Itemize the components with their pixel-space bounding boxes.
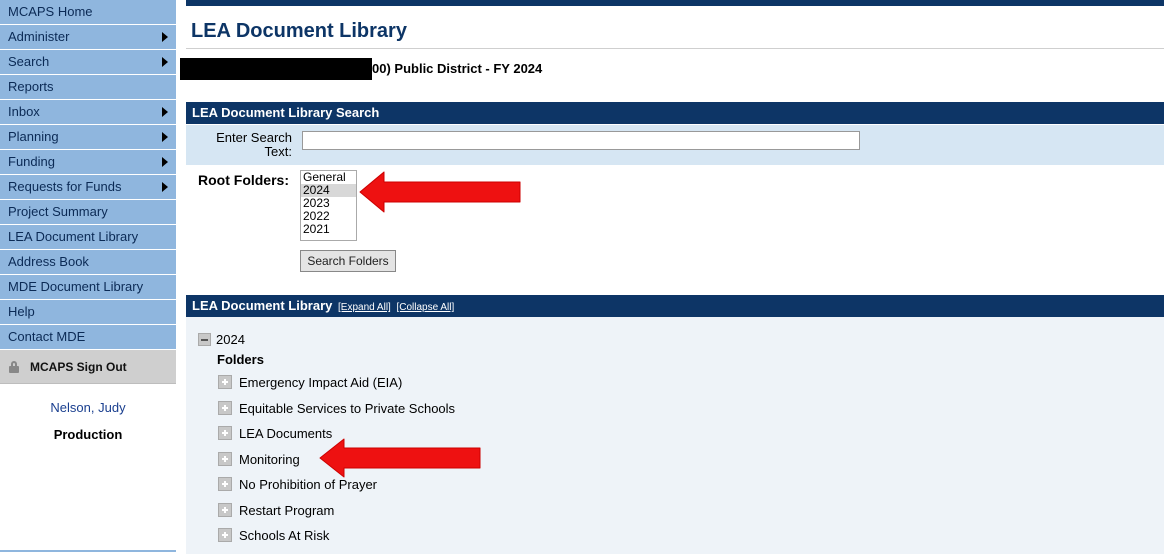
nav-item-reports[interactable]: Reports [0,75,176,100]
expand-plus-icon[interactable] [218,426,232,440]
lock-icon [9,361,19,373]
folder-name: Emergency Impact Aid (EIA) [239,375,403,390]
expand-plus-icon[interactable] [218,375,232,389]
nav-item-help[interactable]: Help [0,300,176,325]
redaction-box [180,58,372,80]
nav-item-label: LEA Document Library [8,229,139,244]
search-row: Enter Search Text: [186,125,1164,165]
library-section-header: LEA Document Library [Expand All] [Colla… [186,295,1164,317]
title-divider [186,48,1164,49]
left-navigation: MCAPS Home Administer Search Reports Inb… [0,0,176,554]
annotation-arrow-icon [319,438,481,478]
submenu-arrow-icon [162,157,168,167]
search-section-title: LEA Document Library Search [192,105,380,120]
nav-item-search[interactable]: Search [0,50,176,75]
tree-year-node[interactable]: 2024 [216,332,245,347]
nav-item-label: Help [8,304,35,319]
folder-name: Schools At Risk [239,528,330,543]
search-text-label: Enter Search Text: [216,130,292,159]
folder-row[interactable]: Schools At Risk [218,525,618,545]
nav-item-label: Contact MDE [8,329,86,344]
signout-button[interactable]: MCAPS Sign Out [0,350,176,384]
folder-row[interactable]: Emergency Impact Aid (EIA) [218,372,618,392]
expand-plus-icon[interactable] [218,528,232,542]
folder-name: Equitable Services to Private Schools [239,401,456,416]
folder-row[interactable]: Equitable Services to Private Schools [218,398,618,418]
nav-item-label: Project Summary [8,204,108,219]
user-name-link[interactable]: Nelson, Judy [0,400,176,415]
district-line: 00) Public District - FY 2024 [180,58,1164,80]
expand-plus-icon[interactable] [218,401,232,415]
collapse-toggle-icon[interactable] [198,333,211,346]
nav-menu: MCAPS Home Administer Search Reports Inb… [0,0,176,350]
root-folders-label: Root Folders: [198,172,289,188]
nav-item-label: Reports [8,79,54,94]
submenu-arrow-icon [162,132,168,142]
nav-item-label: Requests for Funds [8,179,122,194]
library-section-title: LEA Document Library [192,298,333,313]
submenu-arrow-icon [162,32,168,42]
sidebar-bottom-divider [0,550,176,552]
root-folders-listbox[interactable]: General 2024 2023 2022 2021 [300,170,357,241]
nav-item-label: Inbox [8,104,40,119]
environment-label: Production [53,427,123,442]
nav-item-label: Administer [8,29,70,44]
nav-item-funding[interactable]: Funding [0,150,176,175]
folder-name: Monitoring [239,452,300,467]
submenu-arrow-icon [162,57,168,67]
expand-plus-icon[interactable] [218,503,232,517]
expand-plus-icon[interactable] [218,477,232,491]
nav-item-label: Planning [8,129,59,144]
nav-item-requests-for-funds[interactable]: Requests for Funds [0,175,176,200]
expand-all-link[interactable]: [Expand All] [338,302,391,313]
folder-row[interactable]: Restart Program [218,500,618,520]
folders-label: Folders [217,352,264,367]
nav-item-planning[interactable]: Planning [0,125,176,150]
nav-item-administer[interactable]: Administer [0,25,176,50]
nav-item-label: Search [8,54,50,69]
nav-item-lea-document-library[interactable]: LEA Document Library [0,225,176,250]
nav-item-address-book[interactable]: Address Book [0,250,176,275]
folder-name: No Prohibition of Prayer [239,477,378,492]
annotation-arrow-icon [359,171,521,213]
nav-item-contact-mde[interactable]: Contact MDE [0,325,176,350]
nav-item-project-summary[interactable]: Project Summary [0,200,176,225]
search-section-header: LEA Document Library Search [186,102,1164,124]
nav-item-label: MDE Document Library [8,279,144,294]
nav-item-inbox[interactable]: Inbox [0,100,176,125]
nav-item-label: MCAPS Home [8,4,93,19]
nav-item-label: Address Book [8,254,89,269]
search-text-input[interactable] [302,131,860,150]
nav-item-label: Funding [8,154,55,169]
signout-label: MCAPS Sign Out [30,360,127,374]
top-accent-bar [186,0,1164,6]
search-folders-button[interactable]: Search Folders [300,250,396,272]
root-folder-option[interactable]: 2021 [301,223,356,236]
nav-item-mde-document-library[interactable]: MDE Document Library [0,275,176,300]
submenu-arrow-icon [162,107,168,117]
collapse-all-link[interactable]: [Collapse All] [396,302,454,313]
nav-item-mcaps-home[interactable]: MCAPS Home [0,0,176,25]
folder-name: Restart Program [239,503,335,518]
district-text: 00) Public District - FY 2024 [372,61,543,76]
expand-plus-icon[interactable] [218,452,232,466]
page-title: LEA Document Library [191,20,407,42]
submenu-arrow-icon [162,182,168,192]
